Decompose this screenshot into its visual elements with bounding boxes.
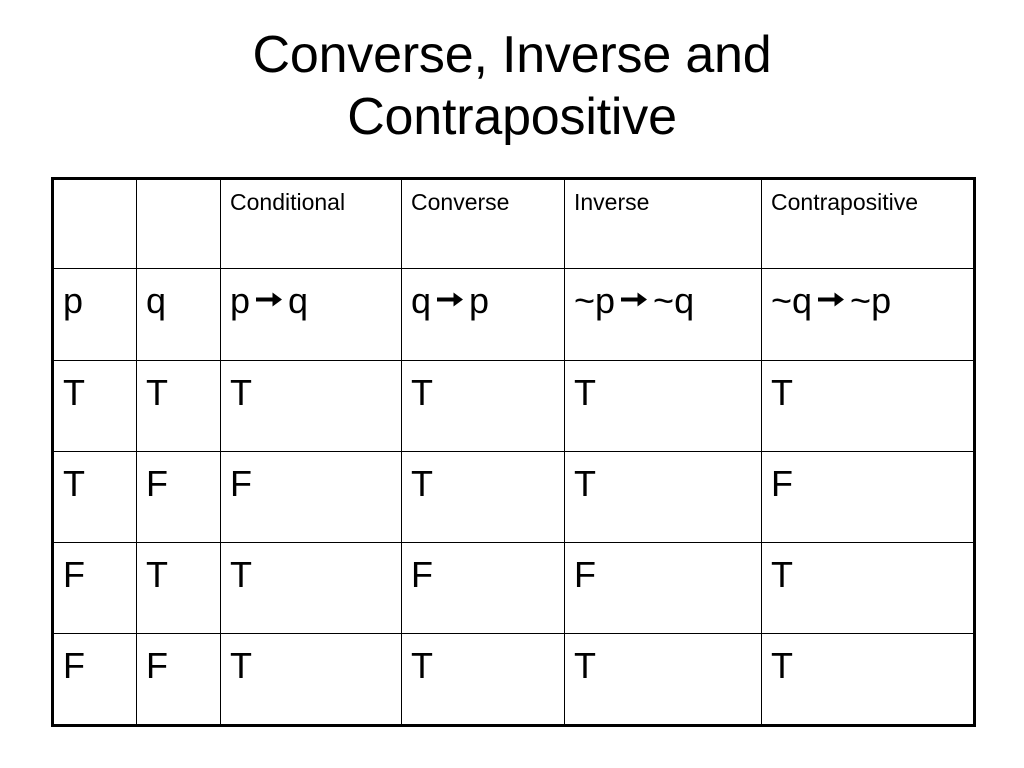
table-row: T T T T T T bbox=[52, 360, 975, 452]
formula-operand-left: ~q bbox=[771, 280, 813, 321]
cell-conditional: T bbox=[220, 633, 402, 726]
header-cell-contrapositive: Contrapositive bbox=[761, 178, 975, 269]
cell-converse: T bbox=[401, 360, 565, 452]
right-arrow-icon bbox=[618, 285, 650, 315]
cell-inverse: T bbox=[564, 451, 762, 543]
formula-operand-left: q bbox=[411, 280, 432, 321]
table-formula-row: p q pq qp ~p ~q ~q ~p bbox=[52, 268, 975, 361]
formula-operand-right: ~p bbox=[850, 280, 892, 321]
cell-q: F bbox=[136, 451, 221, 543]
header-cell-conditional: Conditional bbox=[220, 178, 402, 269]
cell-p: T bbox=[52, 360, 137, 452]
truth-table: Conditional Converse Inverse Contraposit… bbox=[51, 177, 976, 727]
right-arrow-icon bbox=[253, 285, 285, 315]
cell-inverse: T bbox=[564, 633, 762, 726]
formula-cell-p: p bbox=[52, 268, 137, 361]
formula-cell-converse: qp bbox=[401, 268, 565, 361]
slide-canvas: Converse, Inverse and Contrapositive Con… bbox=[0, 0, 1024, 768]
right-arrow-icon bbox=[434, 285, 466, 315]
cell-p: T bbox=[52, 451, 137, 543]
header-cell-converse: Converse bbox=[401, 178, 565, 269]
formula-operand-left: p bbox=[230, 280, 251, 321]
table-header-row: Conditional Converse Inverse Contraposit… bbox=[52, 178, 975, 269]
table-row: F T T F F T bbox=[52, 542, 975, 634]
cell-q: F bbox=[136, 633, 221, 726]
cell-p: F bbox=[52, 542, 137, 634]
formula-operand-right: ~q bbox=[653, 280, 695, 321]
formula-operand-right: q bbox=[288, 280, 309, 321]
cell-q: T bbox=[136, 542, 221, 634]
cell-converse: F bbox=[401, 542, 565, 634]
cell-inverse: F bbox=[564, 542, 762, 634]
cell-inverse: T bbox=[564, 360, 762, 452]
header-cell-blank-2 bbox=[136, 178, 221, 269]
right-arrow-icon bbox=[815, 285, 847, 315]
cell-conditional: T bbox=[220, 542, 402, 634]
formula-cell-inverse: ~p ~q bbox=[564, 268, 762, 361]
header-cell-inverse: Inverse bbox=[564, 178, 762, 269]
cell-converse: T bbox=[401, 451, 565, 543]
cell-contrapositive: T bbox=[761, 542, 975, 634]
formula-operand-left: ~p bbox=[574, 280, 616, 321]
table-row: T F F T T F bbox=[52, 451, 975, 543]
cell-conditional: T bbox=[220, 360, 402, 452]
formula-operand-right: p bbox=[469, 280, 490, 321]
cell-conditional: F bbox=[220, 451, 402, 543]
cell-converse: T bbox=[401, 633, 565, 726]
header-cell-blank-1 bbox=[52, 178, 137, 269]
cell-contrapositive: T bbox=[761, 633, 975, 726]
formula-cell-contrapositive: ~q ~p bbox=[761, 268, 975, 361]
cell-contrapositive: T bbox=[761, 360, 975, 452]
formula-cell-conditional: pq bbox=[220, 268, 402, 361]
table-row: F F T T T T bbox=[52, 633, 975, 726]
cell-contrapositive: F bbox=[761, 451, 975, 543]
cell-p: F bbox=[52, 633, 137, 726]
formula-cell-q: q bbox=[136, 268, 221, 361]
page-title: Converse, Inverse and Contrapositive bbox=[252, 26, 772, 146]
cell-q: T bbox=[136, 360, 221, 452]
